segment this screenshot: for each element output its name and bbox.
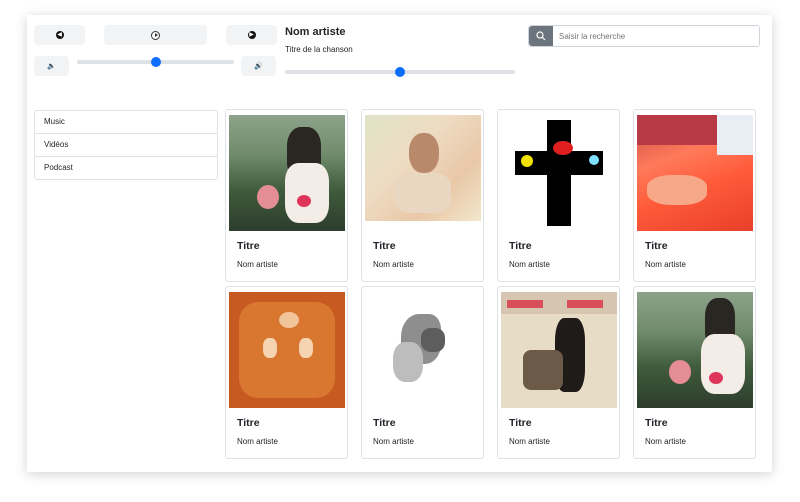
sidebar-item-music[interactable]: Music [35,111,217,134]
media-card[interactable]: Titre Nom artiste [497,286,620,459]
search-bar [528,25,760,47]
volume-slider-thumb[interactable] [151,57,161,67]
previous-button[interactable]: ◀ [34,25,85,45]
card-artist: Nom artiste [373,437,414,446]
card-title: Titre [645,240,668,252]
app-window: ◀ ▶ 🔈 🔊 Nom artiste Titre de la chanson … [27,15,772,472]
card-title: Titre [645,417,668,429]
card-artist: Nom artiste [237,437,278,446]
media-card[interactable]: Titre Nom artiste [225,109,348,282]
card-artist: Nom artiste [237,260,278,269]
now-playing-song: Titre de la chanson [285,45,353,54]
album-cover [229,292,345,408]
arrow-left-circle-icon: ◀ [55,31,64,39]
volume-up-icon: 🔊 [254,63,263,70]
arrow-right-circle-icon: ▶ [247,31,256,39]
card-artist: Nom artiste [509,260,550,269]
volume-slider[interactable] [77,57,234,67]
media-card[interactable]: Titre Nom artiste [361,109,484,282]
card-artist: Nom artiste [645,437,686,446]
album-cover [365,115,481,231]
volume-down-icon: 🔈 [47,63,56,70]
media-card[interactable]: Titre Nom artiste [225,286,348,459]
card-title: Titre [237,240,260,252]
album-cover [501,115,617,231]
media-card[interactable]: Titre Nom artiste [633,109,756,282]
card-artist: Nom artiste [373,260,414,269]
album-cover [365,292,481,408]
search-input[interactable] [553,26,751,46]
next-button[interactable]: ▶ [226,25,277,45]
sidebar-item-podcast[interactable]: Podcast [35,157,217,179]
play-button[interactable] [104,25,207,45]
album-cover [637,115,753,231]
card-artist: Nom artiste [509,437,550,446]
album-cover [637,292,753,408]
volume-down-button[interactable]: 🔈 [34,56,69,76]
search-button[interactable] [529,26,553,46]
sidebar-item-videos[interactable]: Vidéos [35,134,217,157]
media-card[interactable]: Titre Nom artiste [497,109,620,282]
media-card[interactable]: Titre Nom artiste [633,286,756,459]
media-card[interactable]: Titre Nom artiste [361,286,484,459]
card-title: Titre [509,240,532,252]
sidebar-menu: Music Vidéos Podcast [34,110,218,180]
search-icon [536,31,546,41]
volume-up-button[interactable]: 🔊 [241,56,276,76]
card-title: Titre [373,240,396,252]
card-title: Titre [237,417,260,429]
now-playing-artist: Nom artiste [285,26,346,38]
card-title: Titre [373,417,396,429]
album-cover [229,115,345,231]
album-cover [501,292,617,408]
play-circle-icon [151,30,160,40]
card-artist: Nom artiste [645,260,686,269]
progress-slider-thumb[interactable] [395,67,405,77]
progress-slider[interactable] [285,67,515,77]
card-title: Titre [509,417,532,429]
